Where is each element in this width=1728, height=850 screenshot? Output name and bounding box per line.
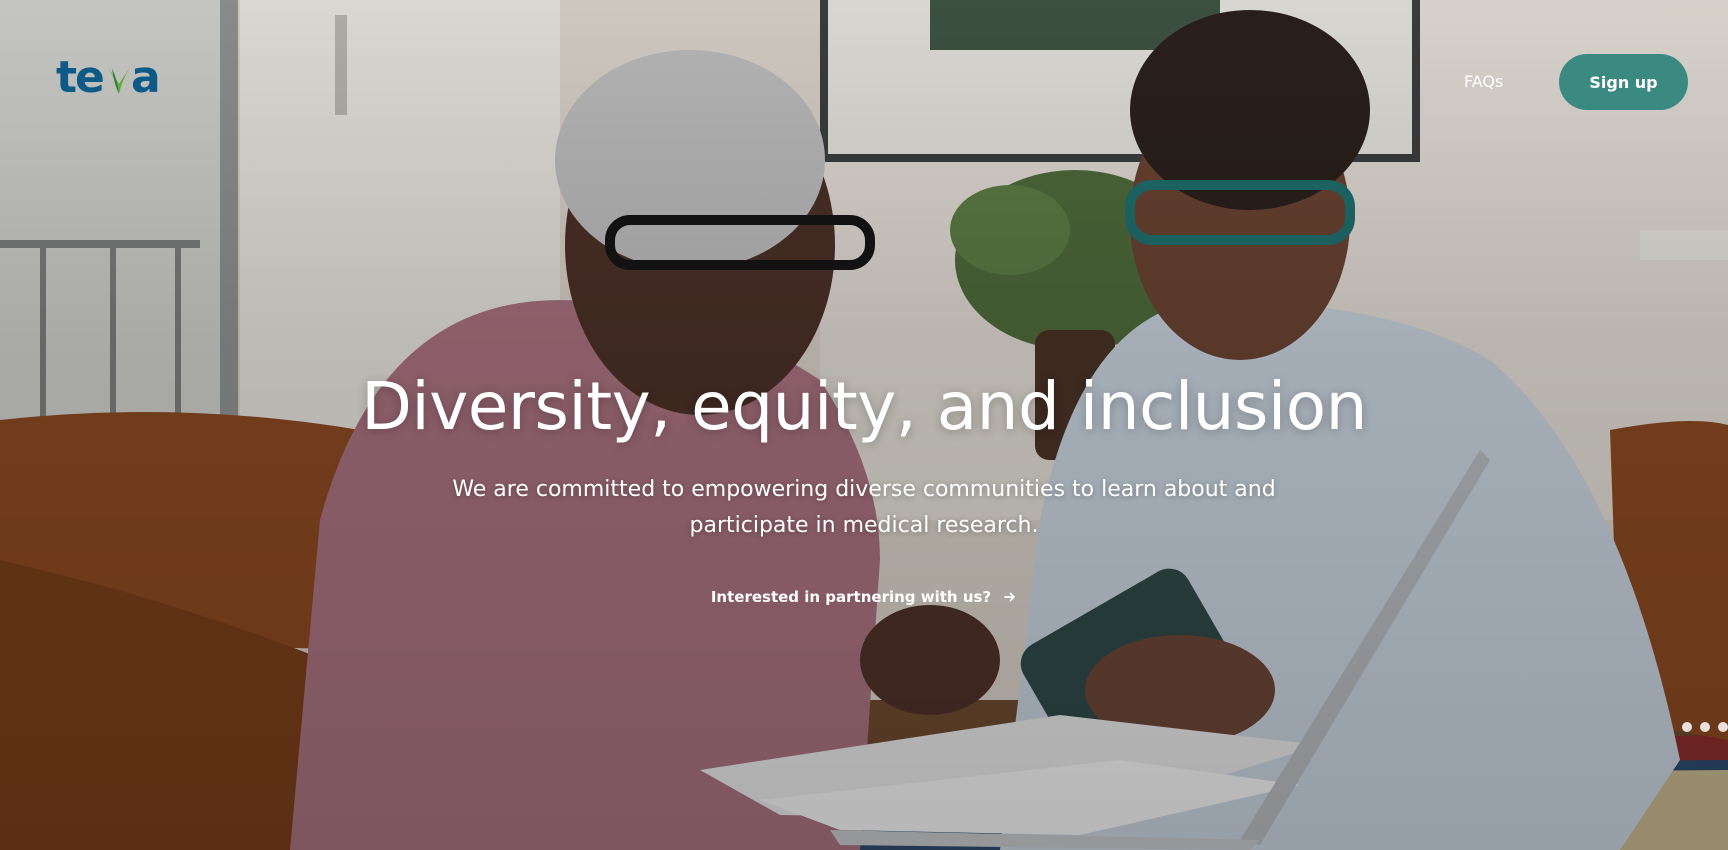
carousel-dot[interactable] <box>1682 722 1692 732</box>
carousel-dots <box>1682 722 1728 732</box>
hero-section: te a FAQs Sign up Diversity, equity, and… <box>0 0 1728 850</box>
partner-cta-label: Interested in partnering with us? <box>710 588 992 606</box>
carousel-dot[interactable] <box>1700 722 1710 732</box>
arrow-right-icon <box>1004 592 1016 602</box>
teva-logo[interactable]: te a <box>56 54 176 100</box>
nav-faqs-link[interactable]: FAQs <box>1464 72 1503 91</box>
hero-title: Diversity, equity, and inclusion <box>361 368 1367 445</box>
carousel-dot[interactable] <box>1718 722 1728 732</box>
svg-text:a: a <box>131 54 161 100</box>
partner-cta: Interested in partnering with us? <box>0 588 1728 606</box>
svg-text:te: te <box>56 54 103 100</box>
partner-cta-link[interactable]: Interested in partnering with us? <box>711 588 1017 606</box>
sign-up-button[interactable]: Sign up <box>1559 54 1688 110</box>
hero-subtitle: We are committed to empowering diverse c… <box>452 477 1276 538</box>
